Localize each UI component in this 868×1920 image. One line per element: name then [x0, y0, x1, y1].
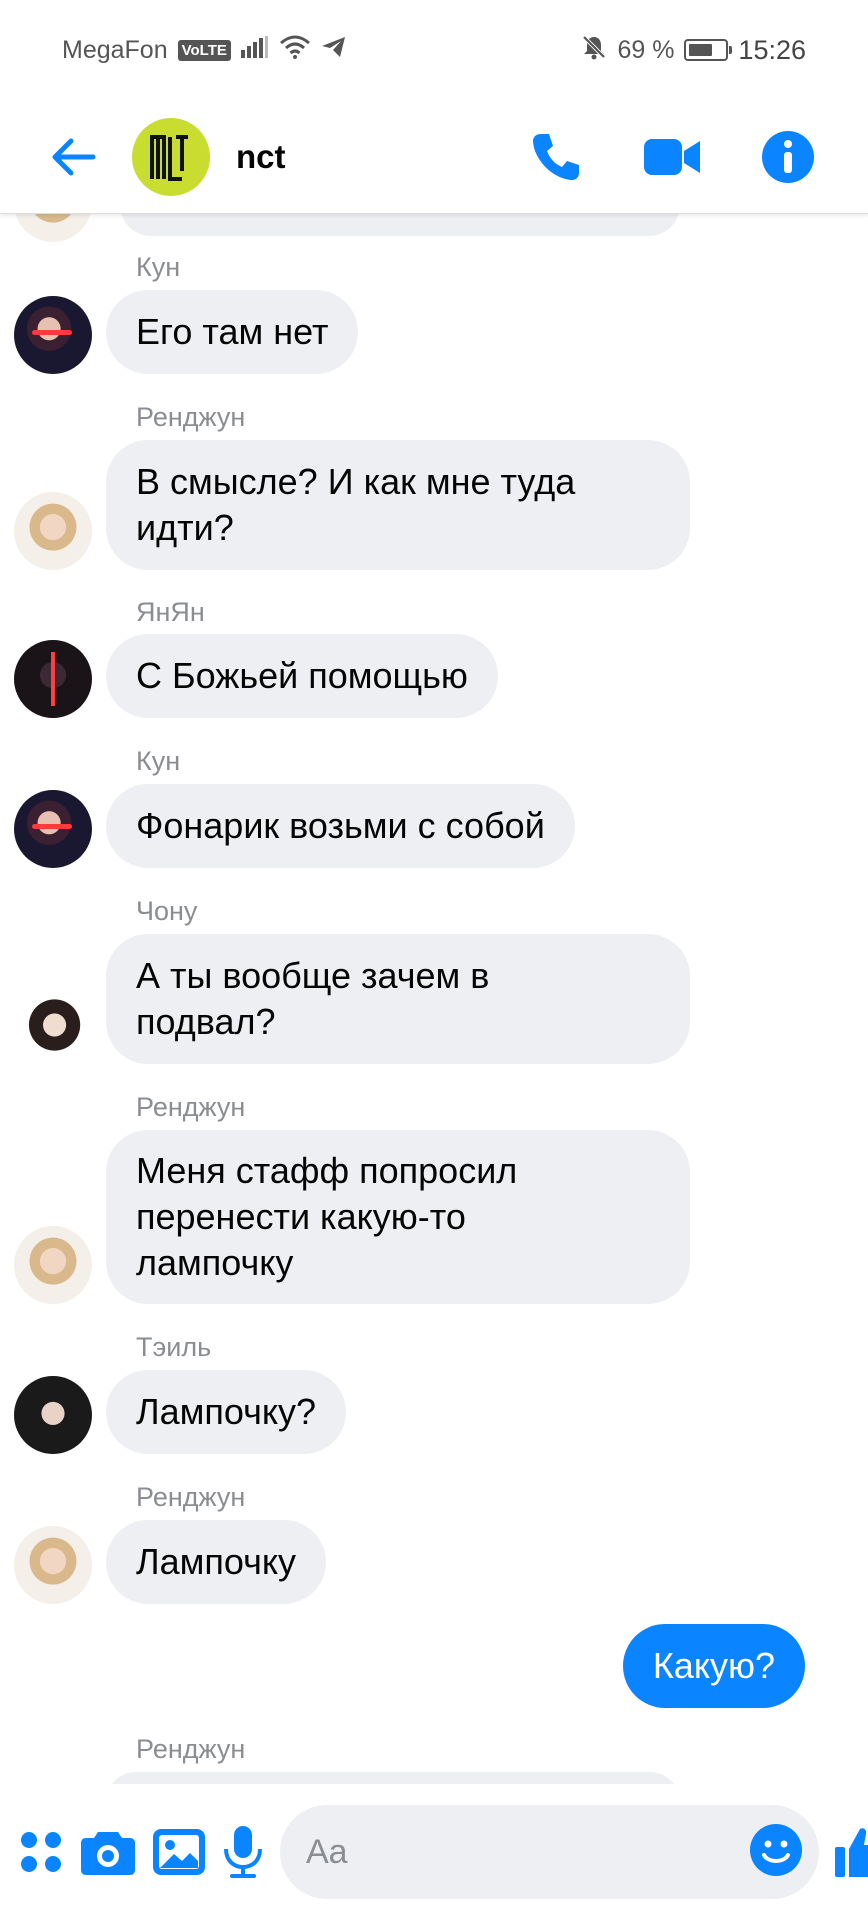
like-button[interactable]: [833, 1812, 868, 1892]
message-text: Лампочку: [136, 1541, 297, 1582]
message-bubble-partial[interactable]: [120, 214, 680, 236]
sender-name: ЯнЯн: [136, 597, 205, 627]
emoji-icon: [750, 1823, 802, 1876]
sender-name: Ренджун: [136, 1734, 246, 1764]
message-text-line: лампочку: [136, 1242, 294, 1283]
call-button[interactable]: [516, 117, 596, 197]
video-camera-icon: [644, 138, 700, 175]
header-actions: [516, 117, 828, 197]
sender-name: Ренджун: [136, 1092, 246, 1122]
message-bubble[interactable]: Лампочку?: [106, 1370, 347, 1454]
carrier-name: MegaFon: [62, 35, 168, 64]
message-bubble[interactable]: Лампочку: [106, 1520, 327, 1604]
more-actions-button[interactable]: [18, 1812, 64, 1892]
message-text: С Божьей помощью: [136, 655, 468, 696]
message-text-line: А ты вообще зачем в: [136, 955, 490, 996]
status-left: MegaFon VoLTE: [62, 35, 347, 66]
message-bubble[interactable]: В смысле? И как мне туда идти?: [106, 440, 690, 570]
message-text-line: перенести какую-то: [136, 1196, 466, 1237]
message-text-line: В смысле? И как мне туда: [136, 461, 576, 502]
own-message-bubble[interactable]: Какую?: [622, 1624, 805, 1708]
clock: 15:26: [738, 34, 806, 65]
back-button[interactable]: [38, 122, 108, 192]
image-icon: [153, 1829, 205, 1875]
message-text-line: идти?: [136, 507, 234, 548]
group-avatar[interactable]: [132, 117, 210, 196]
battery-level: [689, 44, 713, 56]
avatar-yangyang[interactable]: [14, 640, 92, 718]
group-name[interactable]: nct: [236, 138, 516, 176]
battery-percent: 69 %: [617, 35, 675, 64]
avatar-chonu[interactable]: [14, 986, 92, 1064]
volte-badge: VoLTE: [177, 39, 231, 61]
emoji-button[interactable]: [749, 1823, 803, 1882]
message-text-line: подвал?: [136, 1001, 276, 1042]
signal-icon: [240, 35, 269, 65]
video-call-button[interactable]: [632, 117, 712, 197]
gallery-button[interactable]: [152, 1812, 206, 1892]
info-icon: [762, 130, 814, 183]
composer-bar: [0, 1784, 868, 1920]
message-text: Лампочку?: [136, 1391, 317, 1432]
message-bubble-partial[interactable]: [106, 1772, 680, 1784]
avatar-renjun[interactable]: [14, 1526, 92, 1604]
status-bar: MegaFon VoLTE 69 % 15:26: [0, 0, 868, 100]
message-bubble[interactable]: А ты вообще зачем в подвал?: [106, 934, 690, 1064]
microphone-icon: [224, 1826, 262, 1878]
message-input[interactable]: [306, 1832, 749, 1872]
message-bubble[interactable]: Его там нет: [106, 290, 359, 374]
avatar-renjun[interactable]: [14, 492, 92, 570]
arrow-left-icon: [52, 138, 96, 175]
sender-name: Чону: [136, 896, 198, 926]
avatar-kun[interactable]: [14, 790, 92, 868]
phone-icon: [533, 133, 579, 180]
message-list[interactable]: Кун Его там нет Ренджун В смысле? И как …: [0, 214, 868, 1784]
camera-icon: [81, 1832, 135, 1875]
message-text: Его там нет: [136, 311, 329, 352]
sender-name: Ренджун: [136, 1482, 246, 1512]
sender-name: Тэиль: [136, 1332, 212, 1362]
avatar-taeil[interactable]: [14, 1376, 92, 1454]
menu-dots-icon: [21, 1832, 61, 1872]
wifi-icon: [279, 35, 311, 66]
sender-name: Ренджун: [136, 402, 246, 432]
bell-off-icon: [581, 34, 607, 67]
message-bubble[interactable]: С Божьей помощью: [106, 634, 498, 718]
chat-header: nct: [0, 100, 868, 214]
thumbs-up-icon: [835, 1828, 868, 1877]
message-input-container[interactable]: [280, 1805, 819, 1899]
avatar-partial[interactable]: [14, 214, 92, 242]
battery-icon: [684, 39, 733, 61]
nct-logo-icon: [150, 134, 188, 181]
info-button[interactable]: [748, 117, 828, 197]
avatar-kun[interactable]: [14, 296, 92, 374]
camera-button[interactable]: [80, 1812, 136, 1892]
message-text-line: Меня стафф попросил: [136, 1150, 518, 1191]
avatar-renjun[interactable]: [14, 1226, 92, 1304]
sender-name: Кун: [136, 252, 181, 282]
message-bubble[interactable]: Меня стафф попросил перенести какую-то л…: [106, 1130, 690, 1304]
sender-name: Кун: [136, 746, 181, 776]
message-text: Фонарик возьми с собой: [136, 805, 545, 846]
status-right: 69 % 15:26: [581, 34, 806, 67]
telegram-icon: [321, 36, 347, 65]
message-bubble[interactable]: Фонарик возьми с собой: [106, 784, 575, 868]
own-message-text: Какую?: [652, 1645, 775, 1686]
voice-button[interactable]: [222, 1812, 264, 1892]
